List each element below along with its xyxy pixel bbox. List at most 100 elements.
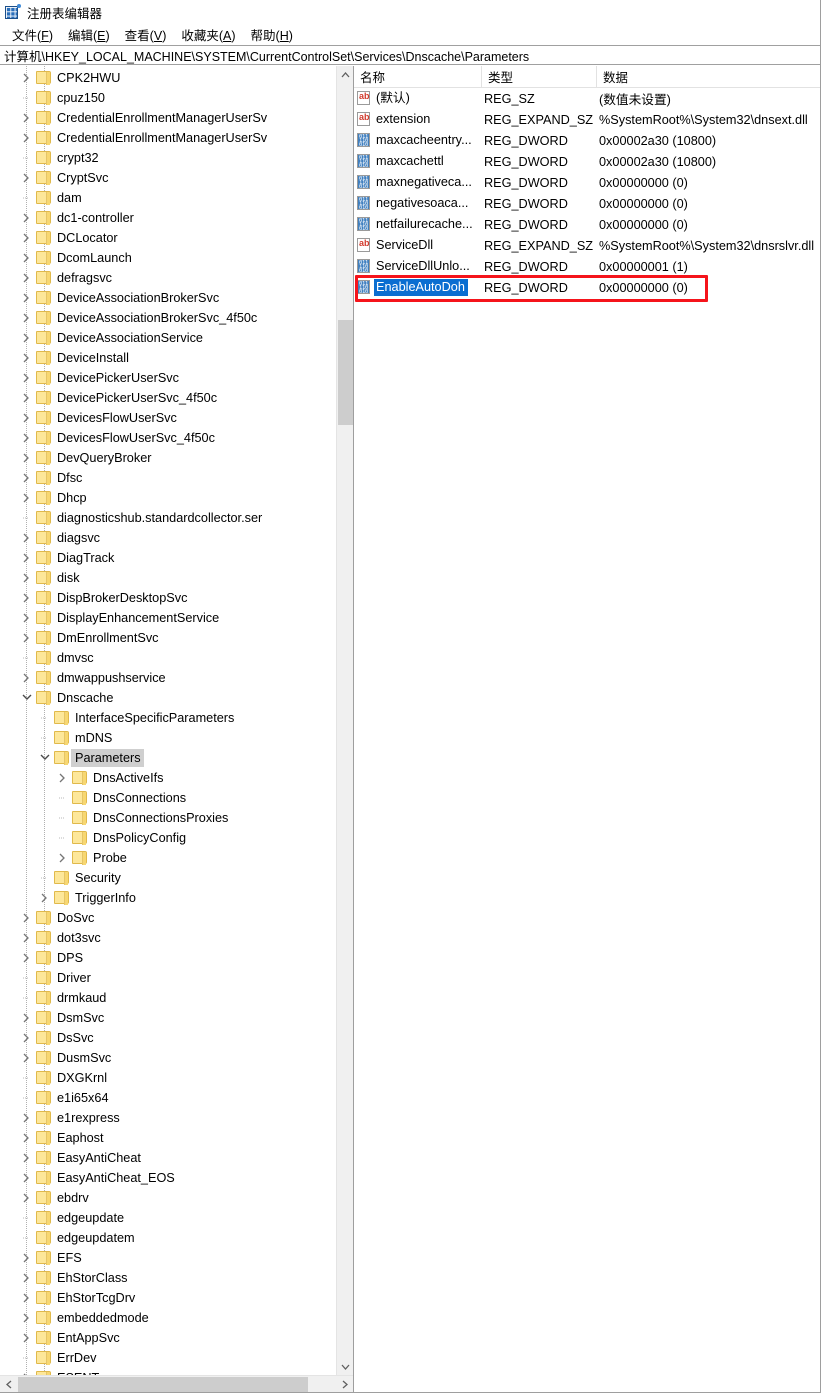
menu-item-1[interactable]: 文件(F) xyxy=(5,24,61,46)
chevron-right-icon[interactable] xyxy=(18,388,35,408)
value-row[interactable]: 011 110 010 EnableAutoDoh REG_DWORD 0x0000000… xyxy=(354,277,820,298)
tree-item-crypt32[interactable]: crypt32 xyxy=(0,148,336,168)
tree-item-embeddedmode[interactable]: embeddedmode xyxy=(0,1308,336,1328)
chevron-right-icon[interactable] xyxy=(18,1148,35,1168)
chevron-right-icon[interactable] xyxy=(36,888,53,908)
chevron-right-icon[interactable] xyxy=(18,268,35,288)
tree-item-dps[interactable]: DPS xyxy=(0,948,336,968)
chevron-right-icon[interactable] xyxy=(18,348,35,368)
tree-item-dosvc[interactable]: DoSvc xyxy=(0,908,336,928)
tree-item-defragsvc[interactable]: defragsvc xyxy=(0,268,336,288)
tree-item-probe[interactable]: Probe xyxy=(0,848,336,868)
tree-item-dnsactiveifs[interactable]: DnsActiveIfs xyxy=(0,768,336,788)
tree-scroll-thumb[interactable] xyxy=(338,320,353,425)
tree-item-deviceassociationbrokersvc[interactable]: DeviceAssociationBrokerSvc xyxy=(0,288,336,308)
chevron-right-icon[interactable] xyxy=(18,608,35,628)
chevron-right-icon[interactable] xyxy=(18,428,35,448)
tree-item-e1rexpress[interactable]: e1rexpress xyxy=(0,1108,336,1128)
value-row[interactable]: ServiceDll REG_EXPAND_SZ %SystemRoot%\Syst… xyxy=(354,235,820,256)
tree-item-edgeupdatem[interactable]: edgeupdatem xyxy=(0,1228,336,1248)
scroll-down-arrow-icon[interactable] xyxy=(337,1358,353,1375)
chevron-right-icon[interactable] xyxy=(18,1288,35,1308)
chevron-right-icon[interactable] xyxy=(54,848,71,868)
tree-item-devicepickerusersvc-4f50c[interactable]: DevicePickerUserSvc_4f50c xyxy=(0,388,336,408)
chevron-right-icon[interactable] xyxy=(18,948,35,968)
tree-item-dfsc[interactable]: Dfsc xyxy=(0,468,336,488)
tree-vertical-scrollbar[interactable] xyxy=(336,66,353,1375)
value-row[interactable]: (默认) REG_SZ (数值未设置) xyxy=(354,88,820,109)
address-bar[interactable]: 计算机\HKEY_LOCAL_MACHINE\SYSTEM\CurrentCon… xyxy=(0,45,820,65)
tree-item-devicepickerusersvc[interactable]: DevicePickerUserSvc xyxy=(0,368,336,388)
registry-tree[interactable]: CPK2HWU cpuz150 CredentialEnrollmentManage… xyxy=(0,66,336,1375)
tree-item-mdns[interactable]: mDNS xyxy=(0,728,336,748)
tree-item-dcomlaunch[interactable]: DcomLaunch xyxy=(0,248,336,268)
tree-item-dssvc[interactable]: DsSvc xyxy=(0,1028,336,1048)
tree-horizontal-scrollbar[interactable] xyxy=(0,1375,353,1392)
value-row[interactable]: 011 110 010 ServiceDllUnlo... REG_DWORD 0x000… xyxy=(354,256,820,277)
tree-item-devicesflowusersvc-4f50c[interactable]: DevicesFlowUserSvc_4f50c xyxy=(0,428,336,448)
scroll-right-arrow-icon[interactable] xyxy=(336,1376,353,1392)
value-row[interactable]: extension REG_EXPAND_SZ %SystemRoot%\Syste… xyxy=(354,109,820,130)
tree-item-efs[interactable]: EFS xyxy=(0,1248,336,1268)
tree-item-e1i65x64[interactable]: e1i65x64 xyxy=(0,1088,336,1108)
tree-item-parameters[interactable]: Parameters xyxy=(0,748,336,768)
chevron-right-icon[interactable] xyxy=(18,168,35,188)
tree-item-diagsvc[interactable]: diagsvc xyxy=(0,528,336,548)
chevron-right-icon[interactable] xyxy=(18,1248,35,1268)
tree-item-security[interactable]: Security xyxy=(0,868,336,888)
scroll-up-arrow-icon[interactable] xyxy=(337,66,353,83)
column-header-data[interactable]: 数据 xyxy=(597,66,820,87)
tree-item-deviceassociationservice[interactable]: DeviceAssociationService xyxy=(0,328,336,348)
tree-item-disk[interactable]: disk xyxy=(0,568,336,588)
tree-item-edgeupdate[interactable]: edgeupdate xyxy=(0,1208,336,1228)
values-list[interactable]: (默认) REG_SZ (数值未设置) extension REG_EXPAND_SZ%… xyxy=(354,88,820,298)
chevron-right-icon[interactable] xyxy=(18,1128,35,1148)
chevron-right-icon[interactable] xyxy=(18,468,35,488)
tree-item-credentialenrollmentmanagerusersv[interactable]: CredentialEnrollmentManagerUserSv xyxy=(0,128,336,148)
chevron-right-icon[interactable] xyxy=(18,1048,35,1068)
tree-item-dispbrokerdesktopsvc[interactable]: DispBrokerDesktopSvc xyxy=(0,588,336,608)
tree-item-dnscache[interactable]: Dnscache xyxy=(0,688,336,708)
chevron-right-icon[interactable] xyxy=(18,588,35,608)
scroll-left-arrow-icon[interactable] xyxy=(0,1376,17,1392)
chevron-right-icon[interactable] xyxy=(18,288,35,308)
tree-item-dnsconnectionsproxies[interactable]: DnsConnectionsProxies xyxy=(0,808,336,828)
chevron-right-icon[interactable] xyxy=(18,668,35,688)
column-header-name[interactable]: 名称 xyxy=(354,66,482,87)
chevron-down-icon[interactable] xyxy=(36,748,53,768)
tree-item-cpuz150[interactable]: cpuz150 xyxy=(0,88,336,108)
chevron-right-icon[interactable] xyxy=(18,1268,35,1288)
tree-item-errdev[interactable]: ErrDev xyxy=(0,1348,336,1368)
chevron-right-icon[interactable] xyxy=(18,408,35,428)
chevron-right-icon[interactable] xyxy=(18,1108,35,1128)
chevron-right-icon[interactable] xyxy=(18,1328,35,1348)
chevron-right-icon[interactable] xyxy=(18,928,35,948)
chevron-right-icon[interactable] xyxy=(18,1168,35,1188)
value-row[interactable]: 011 110 010 maxcachettl REG_DWORD 0x00002a30 … xyxy=(354,151,820,172)
tree-hscroll-thumb[interactable] xyxy=(18,1377,308,1392)
chevron-down-icon[interactable] xyxy=(18,688,35,708)
chevron-right-icon[interactable] xyxy=(18,448,35,468)
tree-item-ehstortcgdrv[interactable]: EhStorTcgDrv xyxy=(0,1288,336,1308)
tree-item-devicesflowusersvc[interactable]: DevicesFlowUserSvc xyxy=(0,408,336,428)
chevron-right-icon[interactable] xyxy=(18,308,35,328)
tree-item-dclocator[interactable]: DCLocator xyxy=(0,228,336,248)
chevron-right-icon[interactable] xyxy=(18,108,35,128)
tree-item-devquerybroker[interactable]: DevQueryBroker xyxy=(0,448,336,468)
chevron-right-icon[interactable] xyxy=(18,628,35,648)
tree-item-dot3svc[interactable]: dot3svc xyxy=(0,928,336,948)
menu-item-2[interactable]: 编辑(E) xyxy=(61,24,118,46)
tree-item-esent[interactable]: ESENT xyxy=(0,1368,336,1375)
tree-item-diagnosticshub-standardcollector-ser[interactable]: diagnosticshub.standardcollector.ser xyxy=(0,508,336,528)
chevron-right-icon[interactable] xyxy=(18,908,35,928)
chevron-right-icon[interactable] xyxy=(18,208,35,228)
tree-item-easyanticheat[interactable]: EasyAntiCheat xyxy=(0,1148,336,1168)
tree-item-drmkaud[interactable]: drmkaud xyxy=(0,988,336,1008)
value-row[interactable]: 011 110 010 negativesoaca... REG_DWORD 0x0000… xyxy=(354,193,820,214)
value-row[interactable]: 011 110 010 netfailurecache... REG_DWORD 0x00… xyxy=(354,214,820,235)
tree-item-dsmsvc[interactable]: DsmSvc xyxy=(0,1008,336,1028)
chevron-right-icon[interactable] xyxy=(18,1028,35,1048)
tree-item-dam[interactable]: dam xyxy=(0,188,336,208)
tree-item-dmenrollmentsvc[interactable]: DmEnrollmentSvc xyxy=(0,628,336,648)
menu-item-3[interactable]: 查看(V) xyxy=(118,24,175,46)
